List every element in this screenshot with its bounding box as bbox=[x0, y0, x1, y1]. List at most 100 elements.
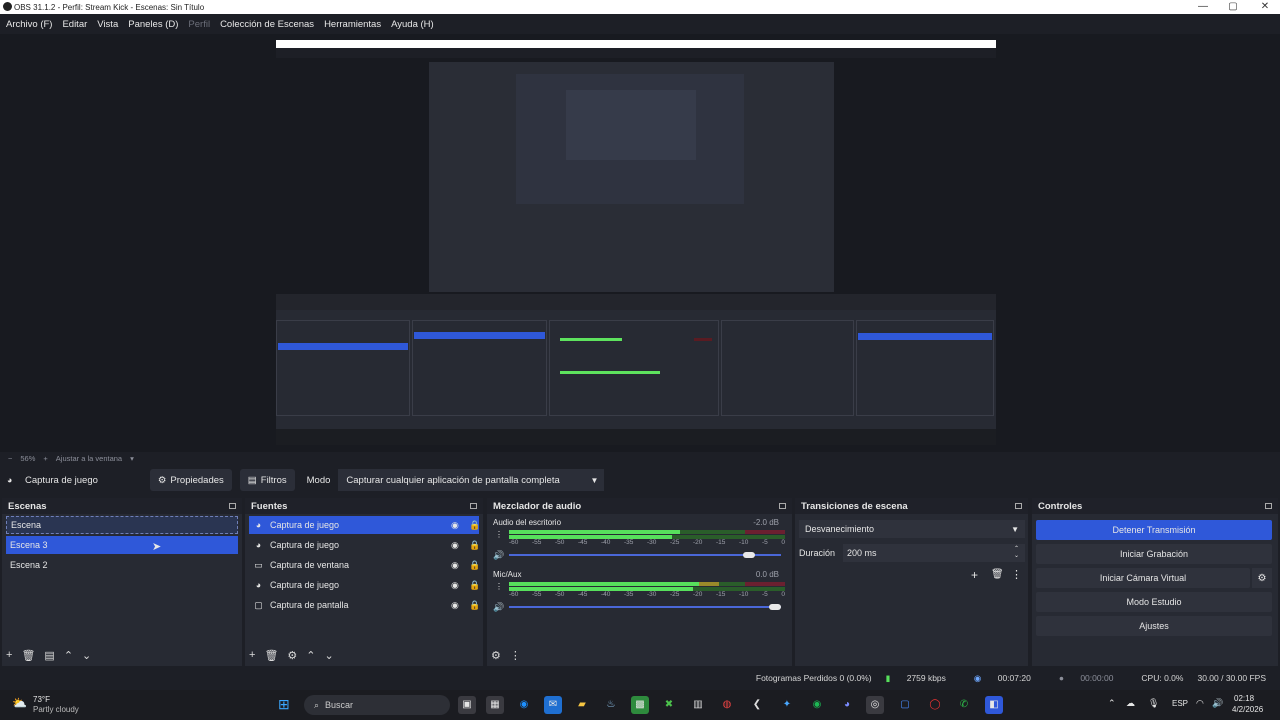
wifi-icon[interactable]: ◠ bbox=[1196, 698, 1204, 709]
duration-spinbox[interactable]: 200 ms ⌃ ⌄ bbox=[843, 544, 1025, 562]
chevron-up-icon[interactable]: ⌃ bbox=[1108, 698, 1116, 709]
lock-icon[interactable]: 🔒 bbox=[469, 580, 480, 591]
mode-select[interactable]: Capturar cualquier aplicación de pantall… bbox=[338, 469, 605, 491]
language-indicator[interactable]: ESP bbox=[1172, 699, 1188, 708]
filters-button[interactable]: ▤ Filtros bbox=[239, 469, 295, 491]
trash-icon[interactable]: 🗑 bbox=[21, 649, 35, 662]
menu-coleccion[interactable]: Colección de Escenas bbox=[220, 19, 314, 30]
start-virtual-camera-button[interactable]: Iniciar Cámara Virtual bbox=[1036, 568, 1250, 588]
chrome-icon[interactable]: ◍ bbox=[718, 696, 736, 714]
list-item[interactable]: ▭ Captura de ventana ◉ 🔒 bbox=[249, 556, 480, 574]
lock-icon[interactable]: 🔒 bbox=[469, 560, 480, 571]
taskbar-search[interactable]: ⌕ Buscar bbox=[304, 695, 450, 715]
trash-icon[interactable]: 🗑 bbox=[264, 649, 278, 662]
app-icon[interactable]: ◧ bbox=[985, 696, 1003, 714]
cloud-icon[interactable]: ☁ bbox=[1126, 698, 1135, 709]
list-item[interactable]: ◕ Captura de juego ◉ 🔒 bbox=[249, 536, 480, 554]
menu-perfil[interactable]: Perfil bbox=[188, 19, 210, 30]
speaker-icon[interactable]: 🔊 bbox=[493, 550, 504, 561]
move-up-icon[interactable]: ⌃ bbox=[64, 649, 73, 662]
obs-taskbar-icon[interactable]: ◎ bbox=[866, 696, 884, 714]
maximize-button[interactable]: ▢ bbox=[1218, 0, 1248, 14]
kebab-icon[interactable]: ⋮ bbox=[495, 582, 503, 591]
volume-slider[interactable] bbox=[509, 604, 781, 610]
menu-ayuda[interactable]: Ayuda (H) bbox=[391, 19, 434, 30]
list-item[interactable]: ▢ Captura de pantalla ◉ 🔒 bbox=[249, 596, 480, 614]
epic-icon[interactable]: ❮ bbox=[748, 696, 766, 714]
list-item[interactable]: Escena 2 bbox=[6, 556, 238, 574]
discord-icon[interactable]: ◕ bbox=[838, 696, 856, 714]
add-icon[interactable]: + bbox=[971, 568, 978, 582]
eye-icon[interactable]: ◉ bbox=[451, 580, 459, 591]
mixer-settings-icon[interactable]: ⚙ bbox=[491, 649, 501, 662]
undock-icon[interactable] bbox=[470, 503, 477, 509]
lock-icon[interactable]: 🔒 bbox=[469, 520, 480, 531]
list-item[interactable]: Escena 3 bbox=[6, 536, 238, 554]
zoom-in-button[interactable]: + bbox=[43, 454, 47, 463]
transition-select[interactable]: Desvanecimiento ▼ bbox=[799, 520, 1025, 538]
minimize-button[interactable]: — bbox=[1188, 0, 1218, 14]
windows-start-icon[interactable]: ⊞ bbox=[278, 696, 290, 713]
virtual-camera-settings-button[interactable]: ⚙ bbox=[1252, 568, 1272, 588]
lock-icon[interactable]: 🔒 bbox=[469, 540, 480, 551]
gear-icon[interactable]: ⚙ bbox=[287, 649, 297, 662]
trash-icon[interactable]: 🗑 bbox=[991, 569, 1004, 580]
app-icon[interactable]: ▥ bbox=[689, 696, 707, 714]
xbox-icon[interactable]: ✖ bbox=[660, 696, 678, 714]
opera-icon[interactable]: ◯ bbox=[926, 696, 944, 714]
spotify-icon[interactable]: ◉ bbox=[808, 696, 826, 714]
outlook-icon[interactable]: ✉ bbox=[544, 696, 562, 714]
whatsapp-icon[interactable]: ✆ bbox=[955, 696, 973, 714]
eye-icon[interactable]: ◉ bbox=[451, 540, 459, 551]
menu-herramientas[interactable]: Herramientas bbox=[324, 19, 381, 30]
add-icon[interactable]: + bbox=[6, 649, 12, 661]
zoom-fit-select[interactable]: Ajustar a la ventana bbox=[56, 454, 122, 463]
store-icon[interactable]: ▦ bbox=[486, 696, 504, 714]
folder-icon[interactable]: ▰ bbox=[573, 696, 591, 714]
lock-icon[interactable]: 🔒 bbox=[469, 600, 480, 611]
volume-icon[interactable]: 🔊 bbox=[1212, 698, 1223, 709]
menu-archivo[interactable]: Archivo (F) bbox=[6, 19, 52, 30]
zoom-out-button[interactable]: − bbox=[8, 454, 12, 463]
clock-date[interactable]: 4/2/2026 bbox=[1232, 705, 1263, 714]
kebab-icon[interactable]: ⋮ bbox=[495, 530, 503, 539]
clock-time[interactable]: 02:18 bbox=[1234, 694, 1254, 703]
microphone-icon[interactable]: 🎙 bbox=[1148, 698, 1159, 709]
spin-arrows-icon[interactable]: ⌃ ⌄ bbox=[1014, 546, 1019, 560]
list-item[interactable]: ◕ Captura de juego ◉ 🔒 bbox=[249, 576, 480, 594]
speaker-icon[interactable]: 🔊 bbox=[493, 602, 504, 613]
close-button[interactable]: ✕ bbox=[1250, 0, 1280, 14]
volume-slider[interactable] bbox=[509, 552, 781, 558]
task-view-icon[interactable]: ▣ bbox=[458, 696, 476, 714]
steam-icon[interactable]: ♨ bbox=[602, 696, 620, 714]
move-up-icon[interactable]: ⌃ bbox=[306, 649, 315, 662]
start-recording-button[interactable]: Iniciar Grabación bbox=[1036, 544, 1272, 564]
preview-canvas[interactable] bbox=[276, 40, 996, 445]
filter-icon[interactable]: ▤ bbox=[44, 649, 54, 662]
minecraft-icon[interactable]: ▩ bbox=[631, 696, 649, 714]
undock-icon[interactable] bbox=[779, 503, 786, 509]
volume-knob[interactable] bbox=[743, 552, 755, 558]
list-item[interactable]: ◕ Captura de juego ◉ 🔒 bbox=[249, 516, 480, 534]
properties-button[interactable]: ⚙ Propiedades bbox=[149, 469, 232, 491]
menu-paneles[interactable]: Paneles (D) bbox=[128, 19, 178, 30]
volume-knob[interactable] bbox=[769, 604, 781, 610]
menu-editar[interactable]: Editar bbox=[62, 19, 87, 30]
edge-icon[interactable]: ◉ bbox=[515, 696, 533, 714]
settings-button[interactable]: Ajustes bbox=[1036, 616, 1272, 636]
move-down-icon[interactable]: ⌄ bbox=[325, 649, 334, 662]
chevron-down-icon[interactable]: ▾ bbox=[130, 454, 134, 463]
capture-icon[interactable]: ▢ bbox=[896, 696, 914, 714]
undock-icon[interactable] bbox=[229, 503, 236, 509]
kebab-icon[interactable]: ⋮ bbox=[510, 649, 521, 662]
move-down-icon[interactable]: ⌄ bbox=[82, 649, 91, 662]
add-icon[interactable]: + bbox=[249, 649, 255, 661]
bird-icon[interactable]: ✦ bbox=[778, 696, 796, 714]
list-item[interactable]: Escena bbox=[6, 516, 238, 534]
eye-icon[interactable]: ◉ bbox=[451, 600, 459, 611]
eye-icon[interactable]: ◉ bbox=[451, 560, 459, 571]
stop-stream-button[interactable]: Detener Transmisión bbox=[1036, 520, 1272, 540]
menu-vista[interactable]: Vista bbox=[97, 19, 118, 30]
undock-icon[interactable] bbox=[1015, 503, 1022, 509]
studio-mode-button[interactable]: Modo Estudio bbox=[1036, 592, 1272, 612]
